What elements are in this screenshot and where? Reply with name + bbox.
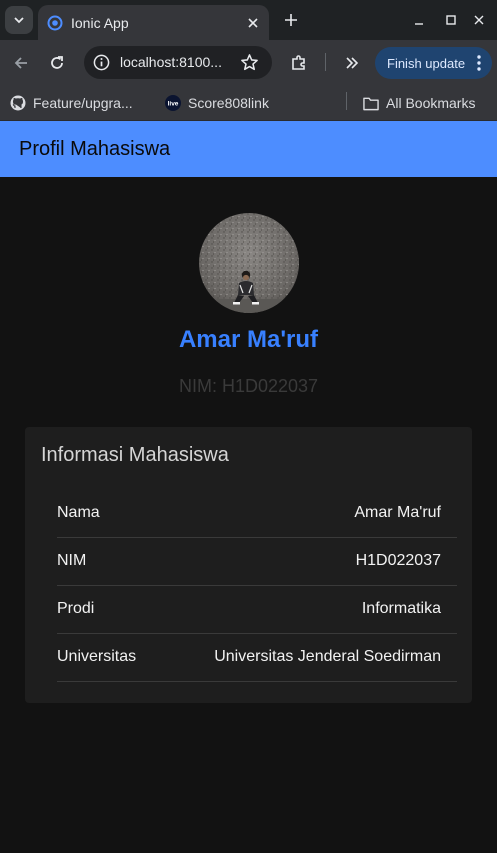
chevron-double-right-icon[interactable] [341, 52, 363, 74]
page-title: Profil Mahasiswa [19, 138, 171, 160]
info-row-nim: NIM H1D022037 [57, 538, 457, 586]
row-label: Universitas [57, 648, 137, 665]
tab-close-icon[interactable] [243, 13, 263, 33]
site-info-icon[interactable] [93, 54, 110, 71]
ionic-favicon-icon [47, 15, 63, 31]
kebab-menu-icon[interactable] [474, 54, 484, 72]
live-badge-text: live [168, 101, 179, 108]
bookmarks-divider [346, 92, 347, 110]
new-tab-plus-icon[interactable] [281, 10, 301, 30]
browser-tabstrip: Ionic App [0, 0, 497, 40]
student-info-card: Informasi Mahasiswa Nama Amar Ma'ruf NIM… [25, 427, 472, 703]
window-close-icon[interactable] [469, 10, 489, 30]
row-value: H1D022037 [355, 552, 441, 569]
row-value: Informatika [361, 600, 441, 617]
extensions-puzzle-icon[interactable] [288, 52, 310, 74]
bookmark-label: Feature/upgra... [33, 95, 133, 111]
tab-search-button[interactable] [5, 6, 33, 34]
tab-title: Ionic App [71, 14, 129, 31]
live-badge-icon: live [165, 95, 181, 111]
row-label: Prodi [57, 600, 95, 617]
row-value: Amar Ma'ruf [354, 504, 441, 521]
url-text: localhost:8100... [120, 54, 222, 70]
avatar [199, 213, 299, 313]
row-value: Universitas Jenderal Soedirman [214, 648, 441, 665]
info-row-prodi: Prodi Informatika [57, 586, 457, 634]
bookmark-item[interactable]: live Score808link [165, 91, 269, 115]
toolbar-divider [325, 53, 326, 71]
minimize-icon[interactable] [409, 10, 429, 30]
reload-icon[interactable] [46, 52, 68, 74]
maximize-icon[interactable] [441, 10, 461, 30]
info-row-universitas: Universitas Universitas Jenderal Soedirm… [57, 634, 457, 682]
finish-update-button[interactable]: Finish update [375, 47, 492, 79]
all-bookmarks-label: All Bookmarks [386, 95, 476, 111]
bookmark-star-icon[interactable] [240, 53, 259, 72]
row-label: Nama [57, 504, 100, 521]
github-icon [10, 95, 26, 111]
bookmark-label: Score808link [188, 95, 269, 111]
card-title: Informasi Mahasiswa [41, 444, 229, 466]
browser-tab[interactable]: Ionic App [38, 5, 269, 40]
address-bar[interactable]: localhost:8100... [84, 46, 272, 79]
info-row-nama: Nama Amar Ma'ruf [57, 490, 457, 538]
row-label: NIM [57, 552, 87, 569]
app-header-toolbar: Profil Mahasiswa [0, 121, 497, 177]
finish-update-label: Finish update [387, 55, 466, 71]
profile-name: Amar Ma'ruf [178, 326, 319, 353]
profile-nim: NIM: H1D022037 [178, 376, 319, 396]
back-arrow-icon[interactable] [10, 52, 32, 74]
chevron-down-icon [14, 17, 24, 24]
bookmarks-bar: Feature/upgra... live Score808link All B… [0, 85, 497, 121]
all-bookmarks-button[interactable]: All Bookmarks [363, 91, 475, 115]
bookmark-item[interactable]: Feature/upgra... [10, 91, 133, 115]
folder-icon [363, 95, 379, 111]
